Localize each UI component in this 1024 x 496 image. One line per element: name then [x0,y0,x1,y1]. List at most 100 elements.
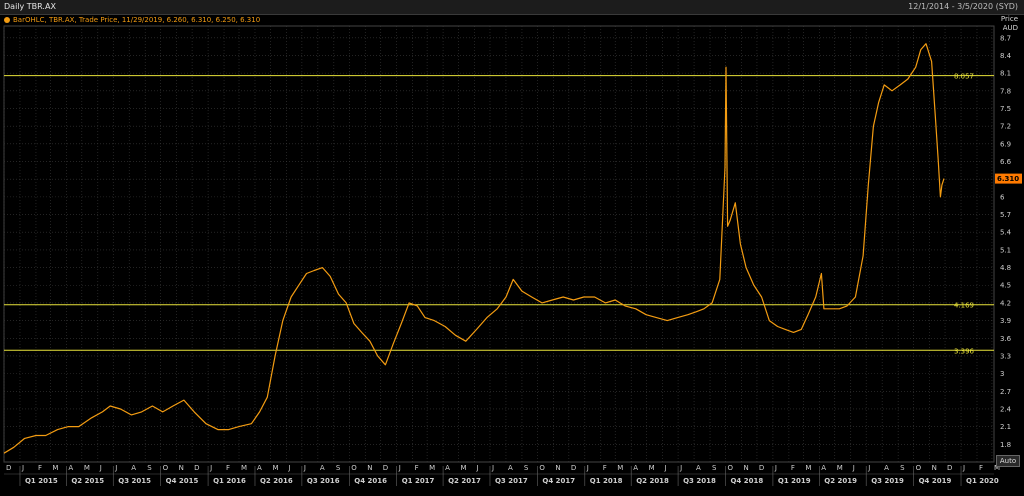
quarter-label: Q1 2017 [402,477,435,485]
y-tick-label: 7.5 [1000,105,1011,113]
month-tick-label: O [351,464,357,472]
month-tick-label: F [979,464,983,472]
month-tick-label: N [367,464,372,472]
reference-line-label: 3.396 [954,347,975,355]
month-tick-label: J [867,464,870,472]
y-tick-label: 2.1 [1000,423,1011,431]
month-tick-label: S [900,464,905,472]
plot-area [3,25,995,463]
quarter-label: Q2 2017 [448,477,481,485]
month-tick-label: S [712,464,717,472]
month-tick-label: A [320,464,325,472]
month-tick-label: F [791,464,795,472]
month-tick-label: A [131,464,136,472]
month-tick-label: M [837,464,843,472]
quarter-label: Q3 2018 [683,477,716,485]
y-tick-label: 3 [1000,370,1004,378]
y-tick-label: 6.6 [1000,158,1012,166]
quarter-label: Q1 2019 [778,477,811,485]
quarter-label: Q4 2017 [542,477,575,485]
y-tick-label: 4.2 [1000,299,1011,307]
month-tick-label: D [6,464,11,472]
quarter-label: Q1 2018 [590,477,623,485]
month-tick-label: M [84,464,90,472]
month-tick-label: D [759,464,764,472]
y-tick-label: 8.1 [1000,70,1011,78]
month-tick-label: D [194,464,199,472]
month-tick-label: F [603,464,607,472]
quarter-label: Q4 2016 [354,477,387,485]
month-tick-label: F [38,464,42,472]
quarter-label: Q4 2019 [919,477,952,485]
month-tick-label: S [336,464,341,472]
chart-window: Daily TBR.AX 12/1/2014 - 3/5/2020 (SYD) … [0,0,1024,496]
month-tick-label: A [884,464,889,472]
month-tick-label: J [586,464,589,472]
quarter-label: Q3 2017 [495,477,528,485]
quarter-label: Q4 2015 [166,477,199,485]
month-tick-label: A [508,464,513,472]
quarter-label: Q3 2015 [118,477,151,485]
quarter-label: Q4 2018 [730,477,763,485]
month-tick-label: M [429,464,435,472]
y-tick-label: 6.9 [1000,140,1011,148]
month-tick-label: D [947,464,952,472]
quarter-label: Q1 2020 [966,477,999,485]
month-tick-label: J [21,464,24,472]
quarter-label: Q2 2018 [636,477,669,485]
quarter-label: Q2 2016 [260,477,293,485]
month-tick-label: O [916,464,922,472]
month-tick-label: J [99,464,102,472]
y-tick-label: 6 [1000,193,1005,201]
month-tick-label: S [147,464,152,472]
month-tick-label: S [524,464,529,472]
y-tick-label: 8.4 [1000,52,1012,60]
month-tick-label: J [476,464,479,472]
y-tick-label: 1.8 [1000,441,1011,449]
quarter-label: Q2 2015 [71,477,104,485]
month-tick-label: O [163,464,169,472]
y-tick-label: 3.6 [1000,335,1012,343]
month-tick-label: M [617,464,623,472]
y-tick-label: 4.5 [1000,282,1011,290]
month-tick-label: D [571,464,576,472]
month-tick-label: J [398,464,401,472]
month-tick-label: J [679,464,682,472]
month-tick-label: M [52,464,58,472]
month-tick-label: M [805,464,811,472]
y-tick-label: 8.7 [1000,34,1011,42]
month-tick-label: F [415,464,419,472]
y-tick-label: 3.3 [1000,352,1011,360]
y-tick-label: 7.2 [1000,123,1011,131]
month-tick-label: M [461,464,467,472]
reference-line-label: 4.169 [954,302,974,310]
y-tick-label: 2.7 [1000,388,1011,396]
y-tick-label: 4.8 [1000,264,1011,272]
month-tick-label: J [209,464,212,472]
quarter-label: Q3 2016 [307,477,340,485]
month-tick-label: J [491,464,494,472]
month-tick-label: N [743,464,748,472]
month-tick-label: A [257,464,262,472]
month-tick-label: N [932,464,937,472]
month-tick-label: M [272,464,278,472]
y-tick-label: 2.4 [1000,405,1012,413]
y-tick-label: 7.8 [1000,87,1011,95]
y-tick-label: 5.4 [1000,229,1012,237]
month-tick-label: A [633,464,638,472]
month-tick-label: A [68,464,73,472]
month-tick-label: A [696,464,701,472]
month-tick-label: M [241,464,247,472]
quarter-label: Q1 2015 [25,477,58,485]
month-tick-label: O [727,464,733,472]
price-chart[interactable]: 1.8 2.1 2.4 2.7 3 3.3 3.6 3.9 4.2 4.5 4.8 5.1 5.4 5.7… [0,0,1024,496]
last-price-label: 6.310 [997,175,1019,183]
auto-scale-button[interactable]: Auto [996,455,1020,467]
month-tick-label: J [962,464,965,472]
month-tick-label: J [287,464,290,472]
month-tick-label: M [649,464,655,472]
y-tick-label: 3.9 [1000,317,1011,325]
month-tick-label: J [774,464,777,472]
month-tick-label: J [852,464,855,472]
reference-line-label: 8.057 [954,73,974,81]
